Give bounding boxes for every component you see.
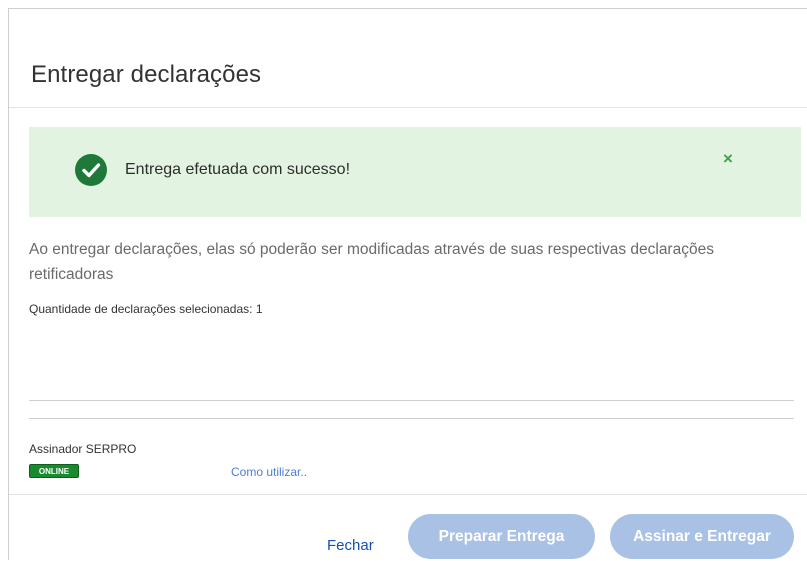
close-icon[interactable]: × [723, 149, 733, 169]
divider [29, 400, 794, 401]
success-alert: Entrega efetuada com sucesso! × [29, 127, 801, 217]
alert-message: Entrega efetuada com sucesso! [125, 161, 351, 178]
how-to-use-link[interactable]: Como utilizar.. [231, 465, 307, 479]
dialog-title: Entregar declarações [31, 61, 262, 88]
close-button[interactable]: Fechar [327, 537, 374, 554]
prepare-delivery-button[interactable]: Preparar Entrega [408, 514, 595, 559]
check-circle-icon [75, 154, 107, 186]
divider [29, 418, 794, 419]
selected-quantity: Quantidade de declarações selecionadas: … [29, 302, 263, 316]
dialog-footer: Fechar Preparar Entrega Assinar e Entreg… [9, 494, 807, 561]
status-badge: ONLINE [29, 464, 79, 478]
sign-and-deliver-button[interactable]: Assinar e Entregar [610, 514, 794, 559]
delivery-dialog: Entregar declarações Entrega efetuada co… [8, 8, 807, 560]
signer-label: Assinador SERPRO [29, 442, 137, 456]
delivery-info-text: Ao entregar declarações, elas só poderão… [29, 241, 714, 283]
dialog-header: Entregar declarações [9, 9, 807, 108]
